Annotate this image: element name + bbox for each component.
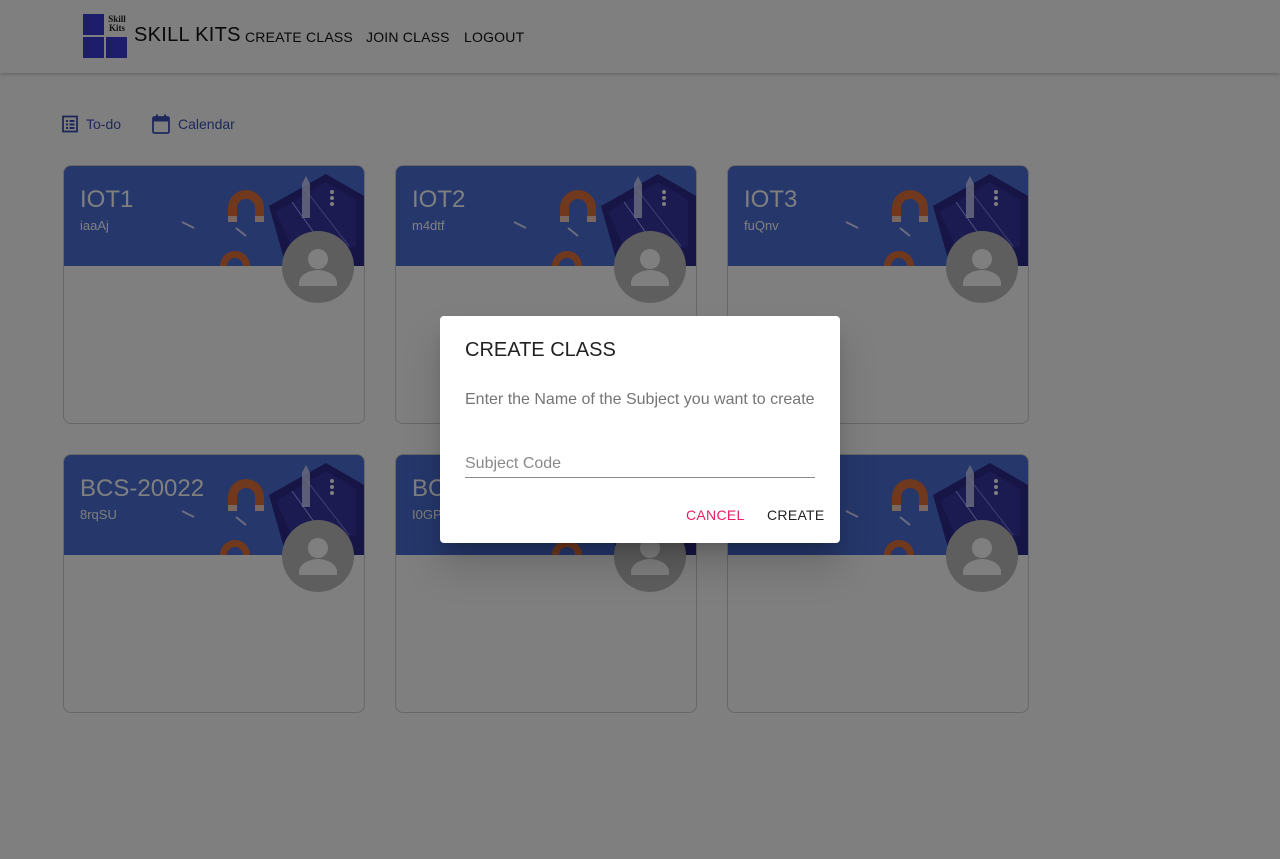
dialog-title: CREATE CLASS [465,339,616,361]
create-button[interactable]: CREATE [767,507,825,523]
create-class-dialog: CREATE CLASS Enter the Name of the Subje… [440,316,840,543]
cancel-button[interactable]: CANCEL [686,507,745,523]
subject-code-input[interactable] [465,450,815,478]
app-page: Skill Kits SKILL KITS CREATE CLASS JOIN … [0,0,1280,859]
dialog-description: Enter the Name of the Subject you want t… [465,391,815,408]
